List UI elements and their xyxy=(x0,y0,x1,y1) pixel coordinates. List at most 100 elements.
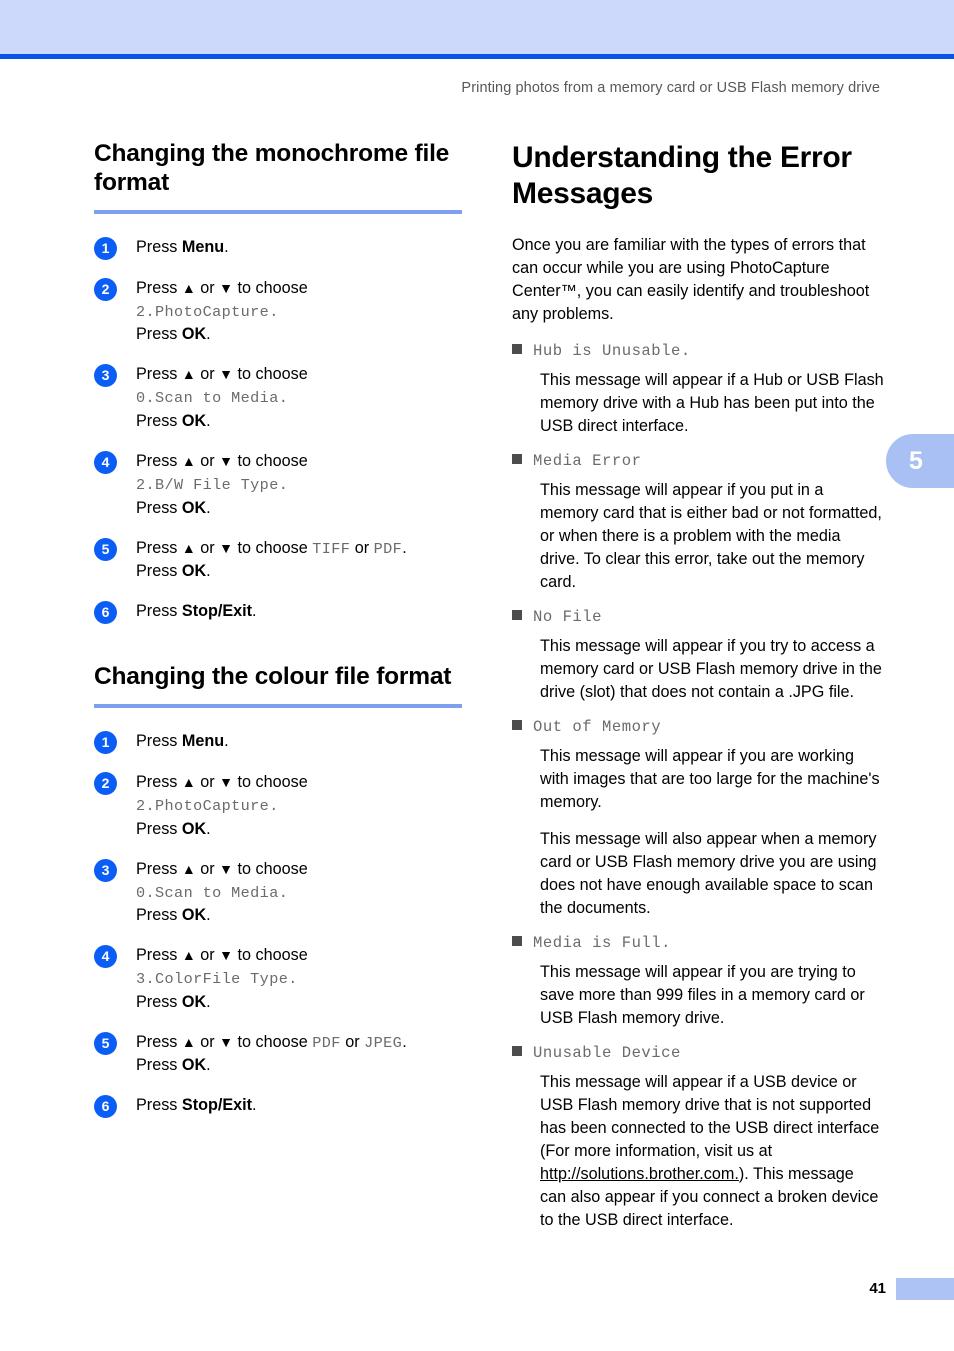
step-number-badge: 1 xyxy=(94,236,117,260)
square-bullet-icon xyxy=(512,344,522,354)
down-arrow-icon: ▼ xyxy=(219,774,233,791)
step-text: Press xyxy=(136,538,182,557)
down-arrow-icon: ▼ xyxy=(219,366,233,383)
emphasis-text: OK xyxy=(181,992,207,1011)
up-arrow-icon: ▲ xyxy=(181,774,196,791)
lcd-menu-text: 2.PhotoCapture xyxy=(136,797,270,816)
step-text: Press xyxy=(136,946,182,965)
numbered-step: 4 Press ▲ or ▼ to choose 3.ColorFile Type.… xyxy=(94,944,462,1014)
step-number-badge: 5 xyxy=(94,1031,117,1055)
error-message-title: Media is Full. xyxy=(512,934,884,952)
step-number-badge: 5 xyxy=(94,537,117,561)
step-line: 0.Scan to Media. xyxy=(136,881,462,905)
lcd-menu-text: . xyxy=(269,797,279,816)
error-message-description: This message will appear if you are tryi… xyxy=(540,963,865,1027)
step-line: Press ▲ or ▼ to choose xyxy=(136,858,462,881)
step-text: Press xyxy=(136,1056,182,1075)
emphasis-text: OK xyxy=(181,498,207,517)
step-number-badge: 3 xyxy=(94,858,117,882)
emphasis-text: OK xyxy=(181,819,207,838)
step-line: Press OK. xyxy=(136,560,462,583)
step-number-badge: 6 xyxy=(94,1095,117,1119)
up-arrow-icon: ▲ xyxy=(181,1033,196,1050)
step-text: or xyxy=(195,451,220,470)
error-message-title: No File xyxy=(512,608,884,626)
step-line: Press Stop/Exit. xyxy=(136,1094,462,1117)
step-body: Press ▲ or ▼ to choose 3.ColorFile Type. P… xyxy=(136,944,462,1014)
step-text: Press xyxy=(136,773,182,792)
step-line: Press OK. xyxy=(136,1054,462,1077)
step-line: Press ▲ or ▼ to choose xyxy=(136,944,462,967)
step-text: . xyxy=(206,411,211,430)
numbered-step: 2 Press ▲ or ▼ to choose 2.PhotoCapture. Pr… xyxy=(94,277,462,347)
step-line: 2.B/W File Type. xyxy=(136,473,462,497)
lcd-menu-text: 2.PhotoCapture xyxy=(136,302,270,321)
running-header: Printing photos from a memory card or US… xyxy=(461,80,880,96)
step-text: Press xyxy=(136,365,182,384)
step-body: Press ▲ or ▼ to choose 0.Scan to Media. Pr… xyxy=(136,858,462,928)
step-text: . xyxy=(224,732,229,751)
step-line: Press OK. xyxy=(136,904,462,927)
lcd-menu-text: . xyxy=(269,302,279,321)
step-line: 0.Scan to Media. xyxy=(136,386,462,410)
error-message-name: No File xyxy=(533,608,603,626)
lcd-menu-text: . xyxy=(278,475,289,494)
step-body: Press ▲ or ▼ to choose 2.PhotoCapture. Pre… xyxy=(136,771,462,841)
error-message-description: This message will appear if a USB device… xyxy=(540,1071,884,1232)
step-number-badge: 3 xyxy=(94,364,117,388)
emphasis-text: Menu xyxy=(181,732,225,751)
error-message-item: Out of Memory This message will appear if… xyxy=(512,718,884,920)
error-message-item: Hub is Unusable. This message will appear… xyxy=(512,342,884,438)
description-text: This message will appear if a USB device… xyxy=(540,1073,880,1160)
error-message-title: Media Error xyxy=(512,452,884,470)
chapter-tab-number: 5 xyxy=(909,446,923,475)
step-text: Press xyxy=(136,1096,182,1115)
error-message-description: This message will also appear when a mem… xyxy=(540,830,877,917)
up-arrow-icon: ▲ xyxy=(181,279,196,296)
emphasis-text: Menu xyxy=(181,237,225,256)
section-heading: Changing the monochrome file format xyxy=(94,140,450,196)
numbered-step: 6 Press Stop/Exit. xyxy=(94,600,462,625)
step-line: Press Stop/Exit. xyxy=(136,600,462,623)
lcd-menu-text: 0.Scan to Media xyxy=(136,883,279,902)
step-text: Press xyxy=(136,1032,182,1051)
step-text: to choose xyxy=(233,1032,313,1051)
step-line: Press Menu. xyxy=(136,236,462,259)
step-body: Press ▲ or ▼ to choose TIFF or PDF. Press… xyxy=(136,537,462,584)
step-number-badge: 2 xyxy=(94,277,117,301)
step-text: Press xyxy=(136,278,182,297)
step-text: Press xyxy=(136,602,182,621)
support-url-link[interactable]: http://solutions.brother.com. xyxy=(540,1165,739,1183)
chapter-tab: 5 xyxy=(886,434,954,488)
top-blue-rule xyxy=(0,54,954,59)
step-text: . xyxy=(206,819,211,838)
down-arrow-icon: ▼ xyxy=(219,1033,233,1050)
emphasis-text: OK xyxy=(181,325,207,344)
step-text: or xyxy=(350,538,374,557)
down-arrow-icon: ▼ xyxy=(219,279,233,296)
step-text: Press xyxy=(136,859,182,878)
step-text: Press xyxy=(136,325,182,344)
down-arrow-icon: ▼ xyxy=(219,860,233,877)
step-line: Press OK. xyxy=(136,497,462,520)
numbered-step: 5 Press ▲ or ▼ to choose PDF or JPEG. Pres… xyxy=(94,1031,462,1078)
numbered-step: 4 Press ▲ or ▼ to choose 2.B/W File Type. P… xyxy=(94,450,462,520)
up-arrow-icon: ▲ xyxy=(181,947,196,964)
square-bullet-icon xyxy=(512,720,522,730)
step-text: . xyxy=(206,498,211,517)
step-line: 2.PhotoCapture. xyxy=(136,794,462,818)
step-text: or xyxy=(195,946,220,965)
step-body: Press Menu. xyxy=(136,730,462,753)
up-arrow-icon: ▲ xyxy=(181,452,196,469)
square-bullet-icon xyxy=(512,1046,522,1056)
step-line: Press OK. xyxy=(136,991,462,1014)
numbered-step: 1 Press Menu. xyxy=(94,730,462,755)
emphasis-text: OK xyxy=(181,906,207,925)
step-text: Press xyxy=(136,819,182,838)
lcd-menu-text: TIFF xyxy=(312,539,351,558)
step-number-badge: 1 xyxy=(94,731,117,755)
step-text: Press xyxy=(136,237,182,256)
step-text: . xyxy=(252,1096,257,1115)
error-message-description: This message will appear if you put in a… xyxy=(540,481,882,591)
step-line: Press ▲ or ▼ to choose PDF or JPEG. xyxy=(136,1031,462,1055)
